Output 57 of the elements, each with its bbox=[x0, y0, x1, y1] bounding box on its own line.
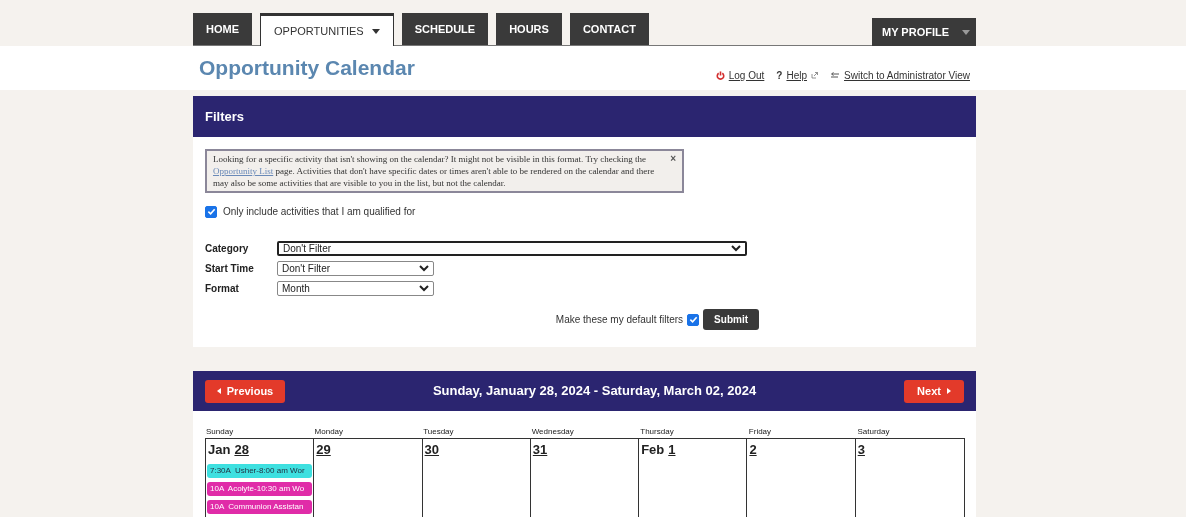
weekday-label: Friday bbox=[747, 426, 773, 438]
day-number[interactable]: 3 bbox=[857, 440, 865, 460]
filters-title: Filters bbox=[205, 107, 244, 126]
chevron-right-icon bbox=[946, 388, 951, 394]
close-button[interactable]: × bbox=[670, 153, 676, 165]
date-range: Sunday, January 28, 2024 - Saturday, March 02, 2024 bbox=[432, 382, 757, 401]
default-filters-checkbox[interactable] bbox=[687, 313, 700, 326]
day-number[interactable]: 31 bbox=[532, 440, 548, 460]
chevron-left-icon bbox=[216, 388, 221, 394]
qualified-checkbox[interactable] bbox=[205, 205, 217, 218]
day-number[interactable]: 1 bbox=[668, 440, 676, 460]
page-title: Opportunity Calendar bbox=[199, 55, 415, 82]
filter-select[interactable]: Don't Filter bbox=[277, 261, 434, 276]
previous-button[interactable]: Previous bbox=[205, 379, 285, 403]
power-icon bbox=[715, 70, 725, 80]
nav-tab[interactable]: SCHEDULE bbox=[401, 13, 489, 45]
caret-icon bbox=[962, 29, 970, 35]
swap-arrow-icon bbox=[830, 71, 840, 79]
nav-tab[interactable]: CONTACT bbox=[569, 13, 649, 45]
chevron-down-icon bbox=[731, 245, 741, 252]
nav-tab[interactable]: HOURS bbox=[496, 13, 562, 45]
day-number[interactable]: 2 bbox=[749, 440, 757, 460]
weekday-label: Monday bbox=[313, 426, 345, 438]
submit-button[interactable]: Submit bbox=[703, 309, 759, 330]
event-chip[interactable]: 10A Communion Assistan bbox=[207, 499, 313, 514]
header-link[interactable]: Log Out bbox=[728, 67, 765, 83]
day-number[interactable]: 30 bbox=[424, 440, 440, 460]
filter-label: Start Time bbox=[205, 262, 255, 276]
event-chip[interactable]: 10A Acolyte-10:30 am Wo bbox=[207, 481, 313, 496]
weekday-label: Wednesday bbox=[530, 426, 575, 438]
question-icon: ? bbox=[776, 67, 783, 83]
month-label: Feb bbox=[641, 441, 665, 459]
weekday-label: Sunday bbox=[205, 426, 235, 438]
nav-tab[interactable]: OPPORTUNITIES bbox=[260, 13, 394, 46]
header-link[interactable]: Switch to Administrator View bbox=[844, 67, 970, 83]
external-link-icon bbox=[811, 71, 818, 79]
chevron-down-icon bbox=[419, 285, 429, 292]
filter-select[interactable]: Don't Filter bbox=[277, 241, 747, 256]
day-number[interactable]: 28 bbox=[234, 440, 249, 460]
event-chip[interactable]: 7:30A Usher-8:00 am Wor bbox=[207, 463, 313, 478]
weekday-label: Thursday bbox=[639, 426, 675, 438]
filter-label: Format bbox=[205, 282, 240, 296]
weekday-label: Saturday bbox=[856, 426, 891, 438]
weekday-label: Tuesday bbox=[422, 426, 455, 438]
chevron-down-icon bbox=[419, 265, 429, 272]
header-link[interactable]: Help bbox=[786, 67, 807, 83]
profile-menu[interactable]: MY PROFILE bbox=[872, 18, 976, 46]
caret-icon bbox=[371, 28, 380, 34]
notice-text: Looking for a specific activity that isn't showing on the calendar? It might not be visible in this format. Try checking the Opportunity List page. Activities that don't have specific dates or times aren't able to be rendered on the calendar and there may also be some activities that are visible to you in the list, but not the calendar. bbox=[213, 153, 656, 189]
filter-select[interactable]: Month bbox=[277, 281, 434, 296]
month-label: Jan bbox=[208, 441, 231, 459]
default-filters-label: Make these my default filters bbox=[555, 313, 684, 327]
next-button[interactable]: Next bbox=[904, 379, 964, 403]
filter-label: Category bbox=[205, 242, 250, 256]
nav-tab[interactable]: HOME bbox=[193, 13, 252, 45]
qualified-label: Only include activities that I am qualified for bbox=[223, 205, 416, 219]
day-number[interactable]: 29 bbox=[316, 440, 331, 460]
